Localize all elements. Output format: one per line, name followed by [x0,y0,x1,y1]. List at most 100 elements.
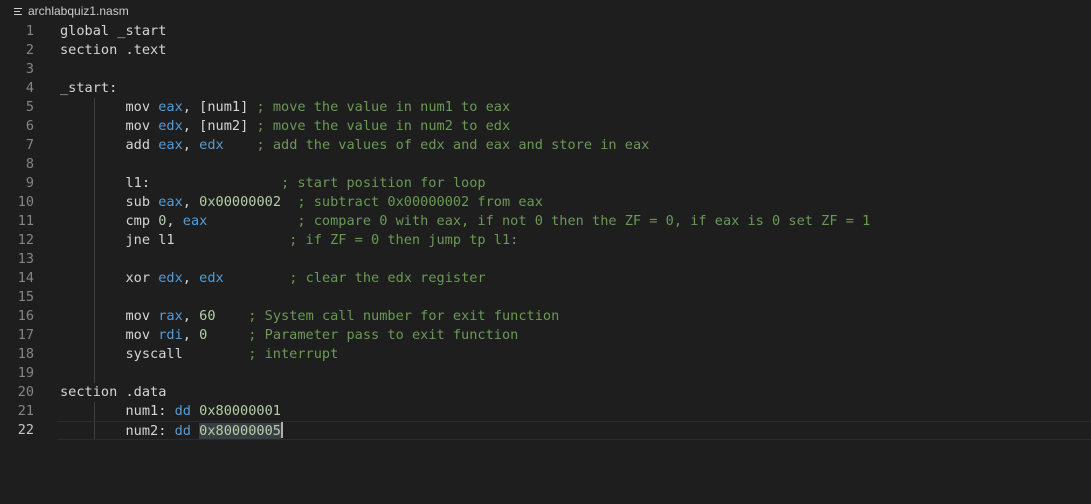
code-text[interactable]: mov rdi, 0 ; Parameter pass to exit func… [60,326,518,345]
code-token: , [166,213,183,229]
code-token: eax [158,194,183,210]
code-text[interactable]: jne l1 ; if ZF = 0 then jump tp l1: [60,231,518,250]
line-number: 4 [25,80,34,96]
line-number: 18 [17,346,34,362]
line-number: 22 [17,422,34,438]
code-token: dd [174,403,191,419]
code-line[interactable]: 17 mov rdi, 0 ; Parameter pass to exit f… [0,326,1091,345]
code-token: edx [199,270,224,286]
code-token: ; move the value in num2 to edx [256,118,511,134]
code-text[interactable]: mov rax, 60 ; System call number for exi… [60,307,559,326]
code-text[interactable]: num2: dd 0x80000005 [60,421,283,441]
text-cursor [280,421,283,438]
code-token: , [182,194,200,210]
code-line[interactable]: 11 cmp 0, eax ; compare 0 with eax, if n… [0,212,1091,231]
code-line[interactable]: 19 [0,364,1091,383]
code-token: ; compare 0 with eax, if not 0 then the … [297,213,871,229]
code-text[interactable]: num1: dd 0x80000001 [60,402,281,421]
code-token: 0x80000005 [199,423,281,439]
code-token: cmp [60,213,159,229]
code-token: ; System call number for exit function [248,308,560,324]
code-token: section .text [60,42,167,58]
code-line[interactable]: 10 sub eax, 0x00000002 ; subtract 0x0000… [0,193,1091,212]
code-line[interactable]: 16 mov rax, 60 ; System call number for … [0,307,1091,326]
line-number: 15 [17,289,34,305]
code-token: , [182,308,200,324]
code-token: edx [158,270,183,286]
code-text[interactable]: section .text [60,41,166,60]
code-line[interactable]: 3 [0,60,1091,79]
line-number: 6 [25,118,34,134]
line-number: 5 [25,99,34,115]
code-line[interactable]: 2 section .text [0,41,1091,60]
code-text[interactable]: l1: ; start position for loop [60,174,486,193]
code-token: _start: [60,80,118,96]
code-text[interactable]: mov edx, [num2] ; move the value in num2… [60,117,510,136]
code-text[interactable]: xor edx, edx ; clear the edx register [60,269,486,288]
code-text[interactable]: mov eax, [num1] ; move the value in num1… [60,98,510,117]
code-line[interactable]: 12 jne l1 ; if ZF = 0 then jump tp l1: [0,231,1091,250]
code-token: sub [60,194,159,210]
line-number: 19 [17,365,34,381]
line-number: 1 [25,23,34,39]
code-text[interactable]: _start: [60,79,117,98]
code-text[interactable]: global _start [60,22,166,41]
code-token: ; start position for loop [280,175,486,191]
code-token: eax [158,99,183,115]
code-line[interactable]: 5 mov eax, [num1] ; move the value in nu… [0,98,1091,117]
code-text[interactable]: add eax, edx ; add the values of edx and… [60,136,649,155]
code-token: ; interrupt [248,346,339,362]
line-number: 14 [17,270,34,286]
code-token: rax [158,308,183,324]
code-token: mov [60,118,159,134]
code-text[interactable]: cmp 0, eax ; compare 0 with eax, if not … [60,212,870,231]
file-lines-icon [14,7,23,16]
code-line[interactable]: 21 num1: dd 0x80000001 [0,402,1091,421]
code-line[interactable]: 22 num2: dd 0x80000005 [0,421,1091,440]
code-token: mov [60,308,159,324]
code-token: num1: [60,403,175,419]
code-line[interactable]: 15 [0,288,1091,307]
code-token: , [num2] [182,118,257,134]
code-line[interactable]: 13 [0,250,1091,269]
code-line[interactable]: 20 section .data [0,383,1091,402]
code-token: ; add the values of edx and eax and stor… [256,137,650,153]
code-token: eax [182,213,208,229]
code-line[interactable]: 18 syscall ; interrupt [0,345,1091,364]
code-token: add [60,137,159,153]
line-number: 13 [17,251,34,267]
code-token: mov [60,99,159,115]
code-token: jne l1 [60,232,290,248]
code-token: xor [60,270,159,286]
code-line[interactable]: 8 [0,155,1091,174]
code-text[interactable]: sub eax, 0x00000002 ; subtract 0x0000000… [60,193,542,212]
code-editor[interactable]: 1 global _start 2 section .text 3 4 _start: 5 m… [0,22,1091,440]
code-line[interactable]: 7 add eax, edx ; add the values of edx a… [0,136,1091,155]
code-token: global _start [60,23,167,39]
breadcrumb-filename[interactable]: archlabquiz1.nasm [28,4,129,18]
code-line[interactable]: 6 mov edx, [num2] ; move the value in nu… [0,117,1091,136]
code-line[interactable]: 1 global _start [0,22,1091,41]
code-line[interactable]: 4 _start: [0,79,1091,98]
code-token: ; clear the edx register [289,270,486,286]
code-token: , [182,270,200,286]
code-line[interactable]: 9 l1: ; start position for loop [0,174,1091,193]
code-text[interactable]: section .data [60,383,166,402]
breadcrumb[interactable]: archlabquiz1.nasm [0,0,1091,22]
code-text[interactable]: syscall ; interrupt [60,345,338,364]
code-token: , [182,137,200,153]
line-number: 7 [25,137,34,153]
code-token: l1: [60,175,281,191]
code-line[interactable]: 14 xor edx, edx ; clear the edx register [0,269,1091,288]
line-number: 8 [25,156,34,172]
line-number: 10 [17,194,34,210]
code-token: 0x00000002 [199,194,281,210]
line-number: 9 [25,175,34,191]
